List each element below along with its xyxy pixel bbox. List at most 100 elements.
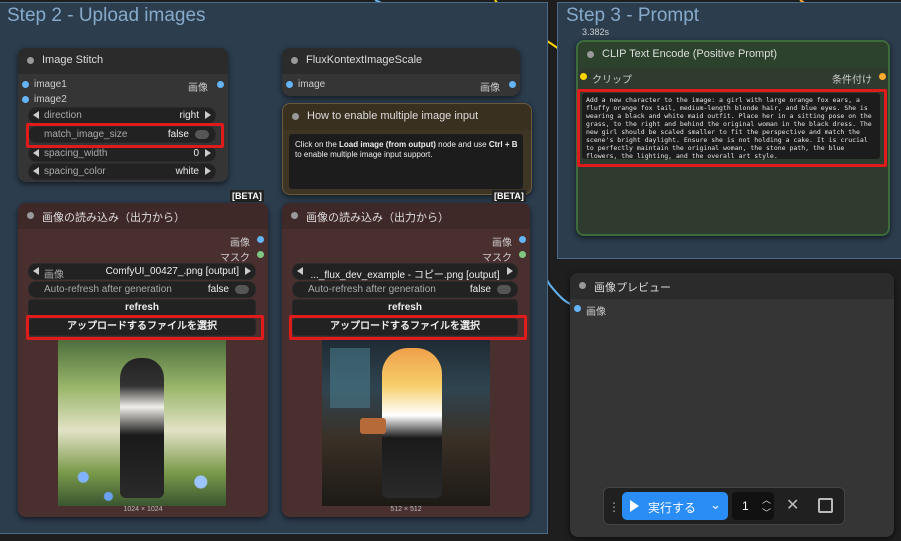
collapse-dot-icon[interactable]	[27, 57, 34, 64]
load-image-header[interactable]: 画像の読み込み（出力から）	[282, 203, 530, 229]
conditioning-output-port[interactable]	[879, 73, 886, 80]
close-icon[interactable]: ✕	[786, 495, 799, 515]
image-file-combo[interactable]: 画像 ComfyUI_00427_.png [output]	[28, 263, 256, 281]
input-label-image: image	[298, 79, 326, 90]
widget-label: Auto-refresh after generation	[308, 284, 436, 295]
widget-label: spacing_width	[44, 148, 108, 159]
output-label-mask: マスク	[220, 253, 250, 264]
batch-count-input[interactable]: 1 ︿ ﹀	[732, 492, 774, 520]
image-preview-left	[58, 338, 226, 506]
arrow-right-icon[interactable]	[205, 167, 211, 175]
load-image-node-right[interactable]: 画像の読み込み（出力から） 画像 マスク 画像 ..._flux_dev_exa…	[282, 203, 530, 517]
image-preview-right	[322, 338, 490, 506]
run-toolbar[interactable]: ⋮⋮ 実行する ⌄ 1 ︿ ﹀ ✕	[603, 487, 845, 525]
arrow-right-icon[interactable]	[205, 111, 211, 119]
flux-kontext-scale-node[interactable]: FluxKontextImageScale image 画像	[282, 48, 520, 96]
image-output-port[interactable]	[217, 81, 224, 88]
node-title: 画像の読み込み（出力から）	[42, 212, 185, 224]
decrement-icon[interactable]: ﹀	[762, 506, 771, 519]
collapse-dot-icon[interactable]	[292, 113, 299, 120]
widget-value: ComfyUI_00427_.png [output]	[105, 266, 239, 277]
collapse-dot-icon[interactable]	[291, 212, 298, 219]
mask-output-port[interactable]	[257, 251, 264, 258]
node-title: 画像プレビュー	[594, 282, 671, 294]
output-label-image: 画像	[492, 238, 512, 249]
load-image-node-left[interactable]: 画像の読み込み（出力から） 画像 マスク 画像 ComfyUI_00427_.p…	[18, 203, 268, 517]
group-title-step2: Step 2 - Upload images	[7, 5, 206, 26]
image-output-port[interactable]	[257, 236, 264, 243]
auto-refresh-toggle[interactable]: Auto-refresh after generation false	[28, 281, 256, 298]
cake-decoration	[360, 418, 386, 434]
node-title: 画像の読み込み（出力から）	[306, 212, 449, 224]
beta-badge: [BETA]	[230, 190, 264, 202]
image-input-port[interactable]	[286, 81, 293, 88]
arrow-left-icon[interactable]	[33, 167, 39, 175]
note-text-part: node and use	[435, 140, 489, 149]
window-decoration	[330, 348, 370, 408]
widget-value: ..._flux_dev_example - コピー.png [output]	[310, 270, 500, 281]
arrow-right-icon[interactable]	[205, 149, 211, 157]
run-button[interactable]: 実行する ⌄	[622, 492, 728, 520]
widget-label: Auto-refresh after generation	[44, 284, 172, 295]
arrow-right-icon[interactable]	[245, 267, 251, 275]
execution-time: 3.382s	[582, 27, 610, 37]
image-stitch-node[interactable]: Image Stitch image1 画像 image2 direction …	[18, 48, 228, 182]
arrow-right-icon[interactable]	[507, 267, 513, 275]
spacing-color-combo[interactable]: spacing_color white	[28, 163, 216, 180]
how-to-header[interactable]: How to enable multiple image input	[283, 104, 531, 130]
flux-scale-header[interactable]: FluxKontextImageScale	[282, 48, 520, 74]
image-input-port[interactable]	[574, 305, 581, 312]
input-label-image1: image1	[34, 79, 67, 90]
auto-refresh-toggle[interactable]: Auto-refresh after generation false	[292, 281, 518, 298]
image-stitch-header[interactable]: Image Stitch	[18, 48, 228, 74]
output-label-conditioning: 条件付け	[832, 75, 872, 86]
note-text-part: to enable multiple image input support.	[295, 150, 433, 159]
stop-icon[interactable]	[818, 498, 833, 513]
note-text: Click on the Load image (from output) no…	[295, 140, 519, 160]
arrow-left-icon[interactable]	[33, 267, 39, 275]
node-title: FluxKontextImageScale	[306, 54, 423, 66]
mask-output-port[interactable]	[519, 251, 526, 258]
collapse-dot-icon[interactable]	[27, 212, 34, 219]
group-title-step3: Step 3 - Prompt	[566, 5, 700, 26]
image2-input-port[interactable]	[22, 96, 29, 103]
play-icon	[630, 500, 639, 512]
image-output-port[interactable]	[509, 81, 516, 88]
node-title: Image Stitch	[42, 54, 104, 66]
widget-value: white	[175, 166, 199, 177]
note-text-part: Click on the	[295, 140, 340, 149]
toggle-switch-icon[interactable]	[497, 285, 511, 294]
image-file-combo[interactable]: 画像 ..._flux_dev_example - コピー.png [outpu…	[292, 263, 518, 281]
how-to-note-node[interactable]: How to enable multiple image input Click…	[282, 103, 532, 195]
preview-header[interactable]: 画像プレビュー	[570, 273, 894, 299]
image-dimensions: 512 × 512	[390, 506, 422, 513]
input-label-image: 画像	[586, 307, 606, 318]
image1-input-port[interactable]	[22, 81, 29, 88]
arrow-left-icon[interactable]	[297, 267, 303, 275]
input-label-image2: image2	[34, 94, 67, 105]
output-label-image: 画像	[480, 83, 500, 94]
increment-icon[interactable]: ︿	[762, 493, 771, 506]
load-image-header[interactable]: 画像の読み込み（出力から）	[18, 203, 268, 229]
collapse-dot-icon[interactable]	[579, 282, 586, 289]
direction-combo[interactable]: direction right	[28, 107, 216, 124]
image-output-port[interactable]	[519, 236, 526, 243]
collapse-dot-icon[interactable]	[291, 57, 298, 64]
toggle-switch-icon[interactable]	[235, 285, 249, 294]
arrow-left-icon[interactable]	[33, 149, 39, 157]
input-label-clip: クリップ	[592, 75, 632, 86]
widget-value: false	[207, 284, 229, 295]
clip-header[interactable]: CLIP Text Encode (Positive Prompt)	[578, 42, 888, 68]
output-label-mask: マスク	[482, 253, 512, 264]
highlight-upload-left	[26, 315, 264, 340]
widget-label: spacing_color	[44, 166, 106, 177]
run-label: 実行する	[648, 501, 697, 515]
chevron-down-icon[interactable]: ⌄	[710, 497, 721, 513]
collapse-dot-icon[interactable]	[587, 51, 594, 58]
widget-label: direction	[44, 110, 82, 121]
clip-input-port[interactable]	[580, 73, 587, 80]
character-figure	[382, 348, 442, 498]
flowers-decoration	[58, 458, 226, 506]
highlight-upload-right	[289, 315, 527, 340]
arrow-left-icon[interactable]	[33, 111, 39, 119]
